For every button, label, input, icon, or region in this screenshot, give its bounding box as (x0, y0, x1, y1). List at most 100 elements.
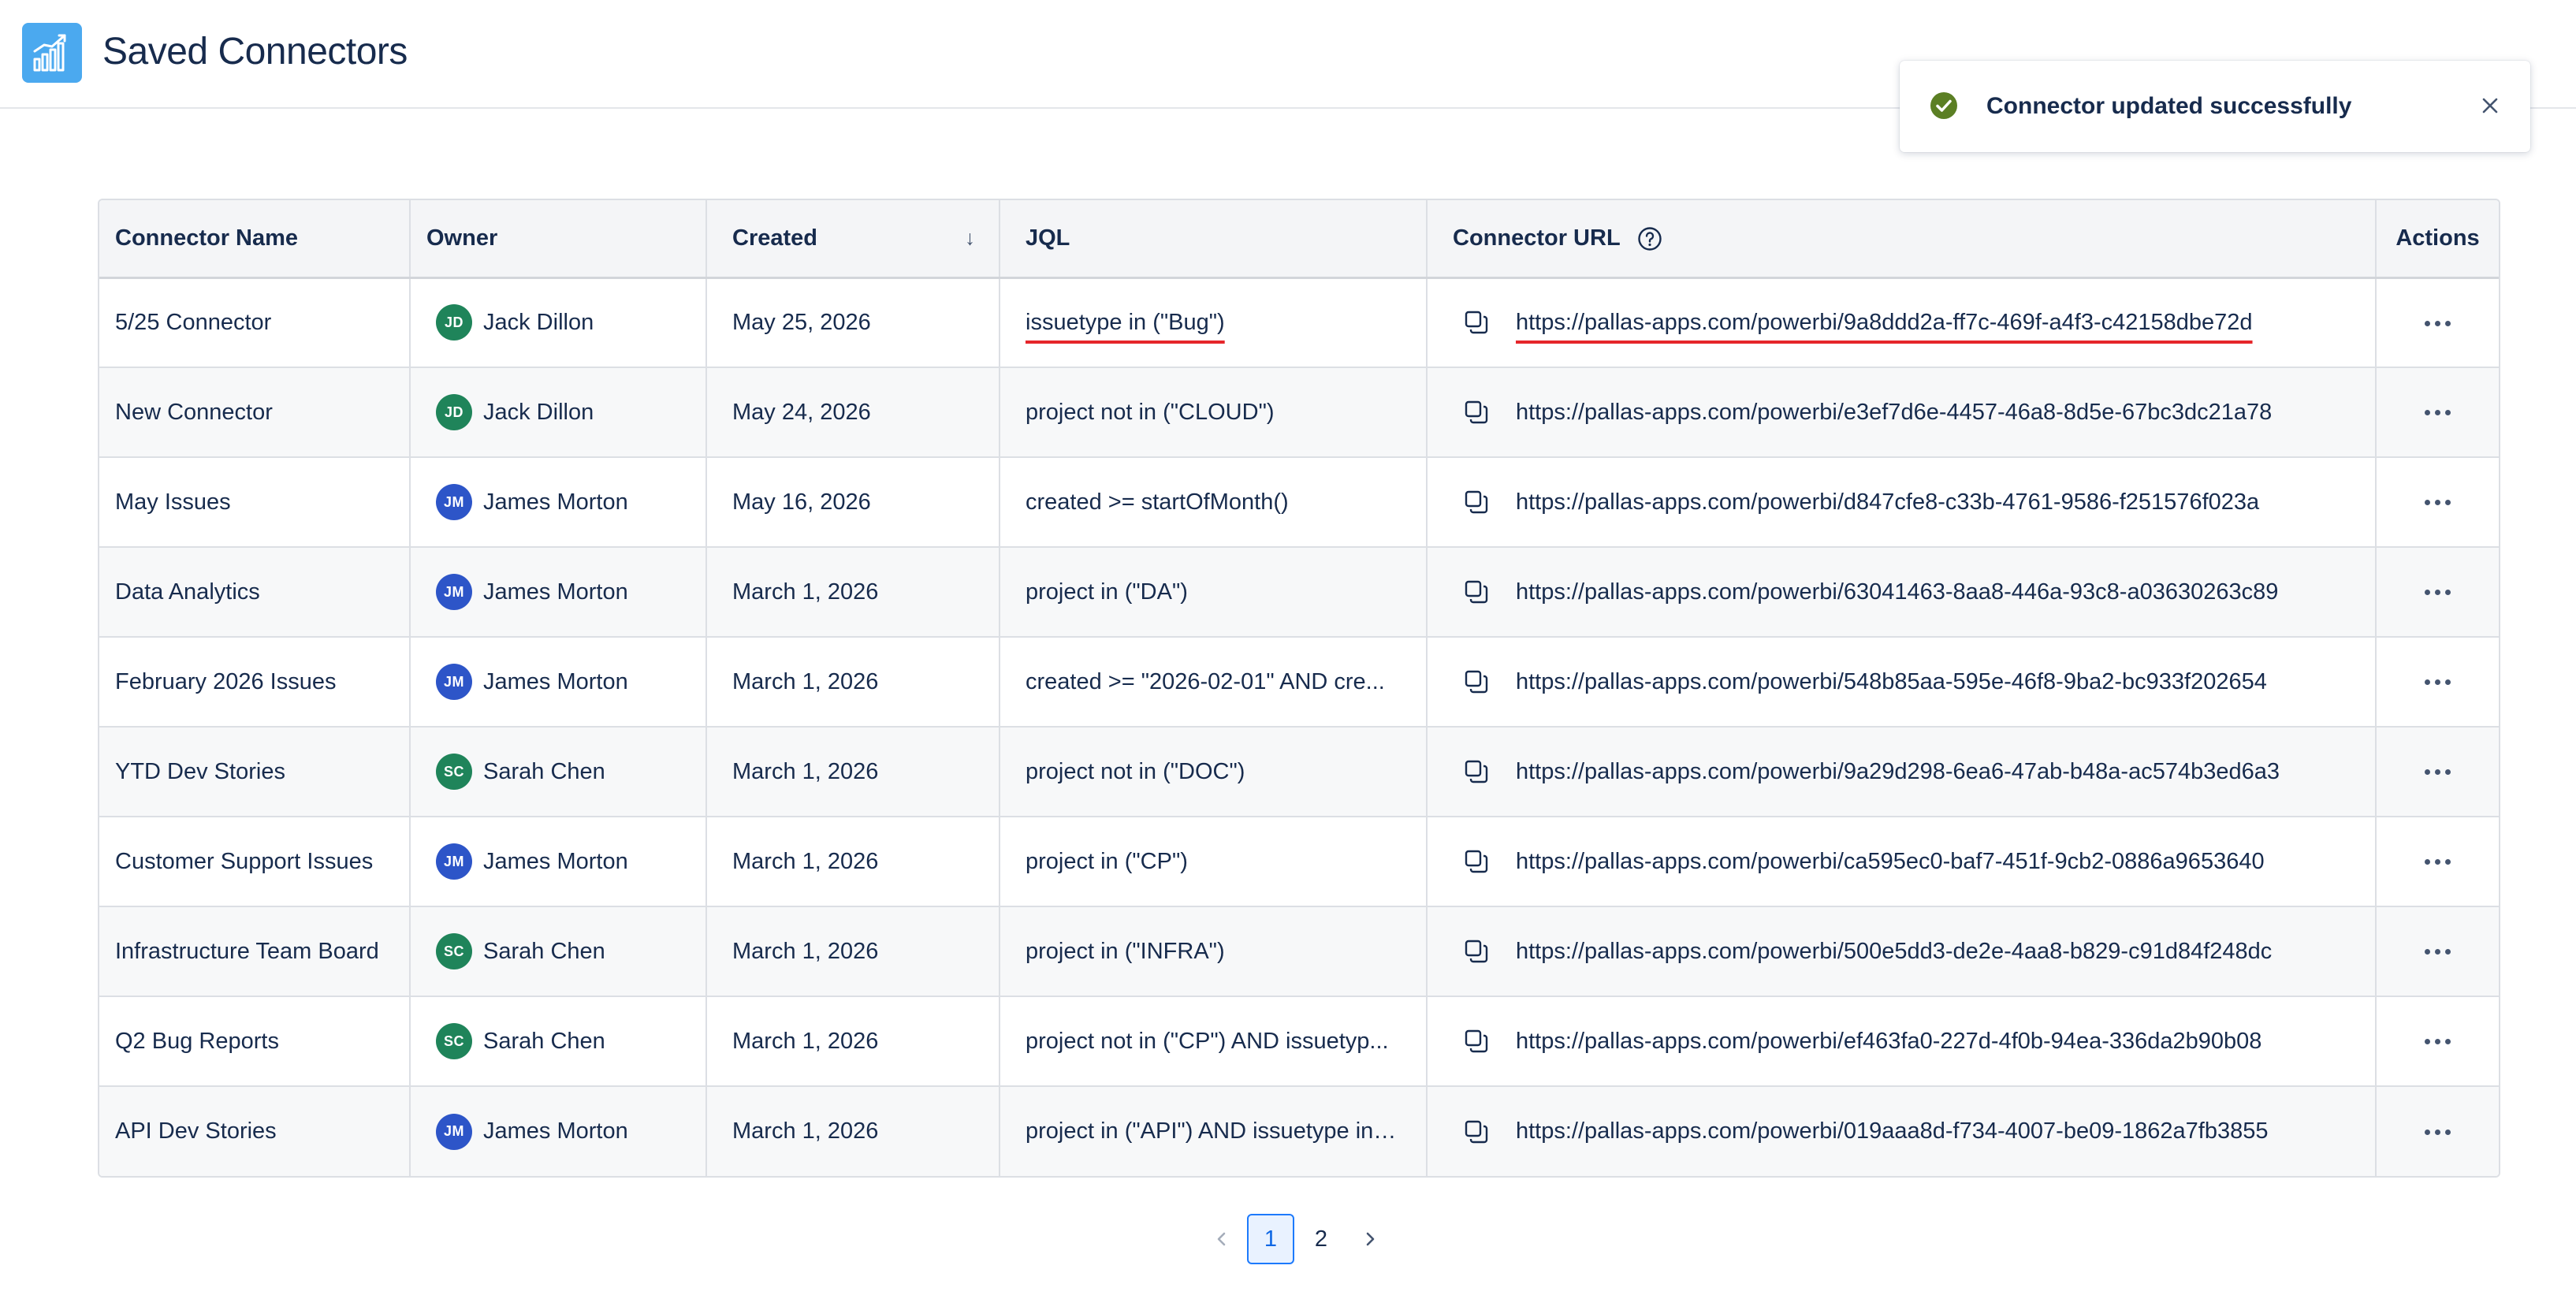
column-header-jql[interactable]: JQL (1000, 200, 1428, 279)
created-date: March 1, 2026 (732, 668, 879, 694)
more-actions-icon[interactable] (2414, 667, 2462, 698)
avatar: JD (436, 394, 472, 430)
pagination: 1 2 (1198, 1214, 1394, 1264)
connector-name: May Issues (115, 489, 231, 515)
column-header-connector-url[interactable]: Connector URL (1427, 200, 2377, 279)
more-actions-icon[interactable] (2414, 307, 2462, 339)
chevron-left-icon[interactable] (1198, 1214, 1245, 1264)
copy-icon[interactable] (1462, 1118, 1491, 1146)
copy-icon[interactable] (1462, 668, 1491, 696)
jql-cell: project in ("API") AND issuetype in ... (1000, 1086, 1428, 1176)
avatar: SC (436, 754, 472, 790)
more-actions-icon[interactable] (2414, 1026, 2462, 1058)
connector-name-cell: Infrastructure Team Board (99, 906, 411, 997)
created-cell: March 1, 2026 (706, 1086, 1000, 1176)
table-row[interactable]: Customer Support Issues JM James Morton … (99, 817, 2499, 907)
created-cell: March 1, 2026 (706, 637, 1000, 728)
help-icon[interactable] (1637, 226, 1662, 251)
column-header-connector-name[interactable]: Connector Name (99, 200, 411, 279)
jql-query: project not in ("CP") AND issuetyp... (1026, 1028, 1389, 1054)
connector-url-link[interactable]: https://pallas-apps.com/powerbi/500e5dd3… (1516, 939, 2272, 965)
table-row[interactable]: New Connector JD Jack Dillon May 24, 202… (99, 367, 2499, 458)
copy-icon[interactable] (1462, 1027, 1491, 1055)
connector-name: API Dev Stories (115, 1118, 277, 1144)
connector-url-cell: https://pallas-apps.com/powerbi/9a8ddd2a… (1427, 277, 2377, 368)
more-actions-icon[interactable] (2414, 487, 2462, 519)
more-actions-icon[interactable] (2414, 847, 2462, 878)
owner-name: Sarah Chen (483, 758, 605, 784)
owner-cell: JM James Morton (410, 457, 707, 548)
table-row[interactable]: API Dev Stories JM James Morton March 1,… (99, 1086, 2499, 1176)
jql-query: created >= "2026-02-01" AND cre... (1026, 668, 1385, 694)
copy-icon[interactable] (1462, 578, 1491, 606)
check-circle-icon (1930, 92, 1957, 119)
copy-icon[interactable] (1462, 488, 1491, 516)
connector-name-cell: Customer Support Issues (99, 817, 411, 907)
connector-name: February 2026 Issues (115, 668, 337, 694)
jql-cell: created >= "2026-02-01" AND cre... (1000, 637, 1428, 728)
more-actions-icon[interactable] (2414, 1116, 2462, 1148)
column-header-created[interactable]: Created ↓ (706, 200, 1000, 279)
more-actions-icon[interactable] (2414, 757, 2462, 788)
copy-icon[interactable] (1462, 757, 1491, 786)
connector-url-link[interactable]: https://pallas-apps.com/powerbi/d847cfe8… (1516, 489, 2259, 515)
table-row[interactable]: Data Analytics JM James Morton March 1, … (99, 547, 2499, 638)
copy-icon[interactable] (1462, 847, 1491, 876)
actions-cell (2376, 906, 2499, 997)
created-cell: March 1, 2026 (706, 727, 1000, 817)
connector-name-cell: Q2 Bug Reports (99, 996, 411, 1087)
column-header-actions: Actions (2376, 200, 2499, 279)
connector-name: YTD Dev Stories (115, 758, 285, 784)
avatar: JM (436, 574, 472, 610)
actions-cell (2376, 547, 2499, 638)
actions-cell (2376, 996, 2499, 1087)
column-header-created-label: Created (732, 225, 817, 251)
connector-url-link[interactable]: https://pallas-apps.com/powerbi/9a8ddd2a… (1516, 310, 2253, 336)
connector-url-link[interactable]: https://pallas-apps.com/powerbi/ca595ec0… (1516, 849, 2265, 875)
table-row[interactable]: 5/25 Connector JD Jack Dillon May 25, 20… (99, 277, 2499, 368)
copy-icon[interactable] (1462, 937, 1491, 966)
created-date: March 1, 2026 (732, 1028, 879, 1054)
created-date: May 24, 2026 (732, 399, 871, 425)
jql-query: project in ("CP") (1026, 848, 1188, 874)
jql-cell: project not in ("CLOUD") (1000, 367, 1428, 458)
owner-cell: SC Sarah Chen (410, 727, 707, 817)
chevron-right-icon[interactable] (1346, 1214, 1394, 1264)
connector-url-cell: https://pallas-apps.com/powerbi/ca595ec0… (1427, 817, 2377, 907)
created-date: March 1, 2026 (732, 938, 879, 964)
connector-url-cell: https://pallas-apps.com/powerbi/548b85aa… (1427, 637, 2377, 728)
jql-cell: issuetype in ("Bug") (1000, 277, 1428, 368)
connector-name: Q2 Bug Reports (115, 1028, 279, 1054)
table-header-row: Connector Name Owner Created ↓ JQL Conne… (99, 200, 2499, 279)
connector-name: Data Analytics (115, 579, 260, 605)
page-button-2[interactable]: 2 (1297, 1214, 1345, 1264)
table-row[interactable]: May Issues JM James Morton May 16, 2026 … (99, 457, 2499, 548)
connector-url-link[interactable]: https://pallas-apps.com/powerbi/63041463… (1516, 579, 2278, 605)
table-row[interactable]: February 2026 Issues JM James Morton Mar… (99, 637, 2499, 728)
table-row[interactable]: Q2 Bug Reports SC Sarah Chen March 1, 20… (99, 996, 2499, 1087)
connector-url-link[interactable]: https://pallas-apps.com/powerbi/ef463fa0… (1516, 1029, 2261, 1055)
connector-url-link[interactable]: https://pallas-apps.com/powerbi/9a29d298… (1516, 759, 2280, 785)
owner-name: James Morton (483, 848, 628, 874)
sort-descending-icon[interactable]: ↓ (965, 226, 975, 251)
jql-query: issuetype in ("Bug") (1026, 309, 1225, 335)
connector-name: Customer Support Issues (115, 848, 374, 874)
created-date: May 16, 2026 (732, 489, 871, 515)
connector-url-link[interactable]: https://pallas-apps.com/powerbi/548b85aa… (1516, 669, 2267, 695)
page-button-1[interactable]: 1 (1247, 1214, 1294, 1264)
table-row[interactable]: Infrastructure Team Board SC Sarah Chen … (99, 906, 2499, 997)
connector-url-cell: https://pallas-apps.com/powerbi/019aaa8d… (1427, 1086, 2377, 1176)
copy-icon[interactable] (1462, 398, 1491, 426)
column-header-owner[interactable]: Owner (410, 200, 707, 279)
close-icon[interactable] (2477, 92, 2503, 119)
owner-name: Sarah Chen (483, 938, 605, 964)
connector-url-link[interactable]: https://pallas-apps.com/powerbi/e3ef7d6e… (1516, 400, 2272, 426)
connector-name-cell: Data Analytics (99, 547, 411, 638)
more-actions-icon[interactable] (2414, 936, 2462, 968)
connector-url-link[interactable]: https://pallas-apps.com/powerbi/019aaa8d… (1516, 1118, 2268, 1144)
more-actions-icon[interactable] (2414, 397, 2462, 429)
copy-icon[interactable] (1462, 308, 1491, 337)
connector-name: New Connector (115, 399, 273, 425)
more-actions-icon[interactable] (2414, 577, 2462, 608)
table-row[interactable]: YTD Dev Stories SC Sarah Chen March 1, 2… (99, 727, 2499, 817)
